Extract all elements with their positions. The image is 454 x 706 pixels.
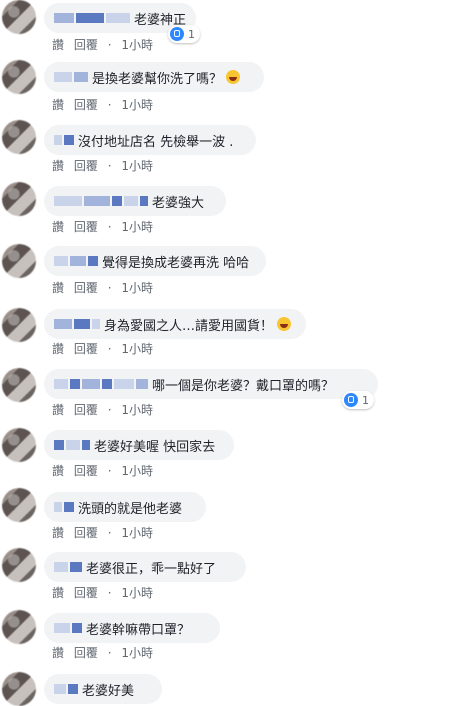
comment-text: 老婆很正，乖一點好了 bbox=[86, 561, 217, 577]
commenter-name[interactable] bbox=[54, 319, 100, 329]
like-button[interactable]: 讚 bbox=[52, 403, 64, 417]
comment-text: 老婆好美喔 快回家去 bbox=[94, 439, 216, 455]
avatar[interactable] bbox=[2, 548, 36, 582]
comment-text: 老婆好美 bbox=[82, 683, 135, 699]
comment-bubble: 是換老婆幫你洗了嗎？ bbox=[44, 62, 264, 92]
reply-button[interactable]: 回覆 bbox=[74, 646, 98, 660]
commenter-name[interactable] bbox=[54, 72, 88, 82]
comment-bubble: 老婆幹嘛帶口罩？ bbox=[44, 613, 220, 643]
commenter-name[interactable] bbox=[54, 13, 130, 23]
reply-button[interactable]: 回覆 bbox=[74, 38, 98, 52]
avatar[interactable] bbox=[2, 0, 36, 34]
commenter-name[interactable] bbox=[54, 684, 78, 694]
separator: · bbox=[107, 159, 112, 173]
timestamp[interactable]: 1小時 bbox=[121, 526, 153, 540]
like-button[interactable]: 讚 bbox=[52, 526, 64, 540]
reply-button[interactable]: 回覆 bbox=[74, 403, 98, 417]
avatar[interactable] bbox=[2, 60, 36, 94]
separator: · bbox=[107, 98, 112, 112]
separator: · bbox=[107, 281, 112, 295]
timestamp[interactable]: 1小時 bbox=[121, 38, 153, 52]
timestamp[interactable]: 1小時 bbox=[121, 98, 153, 112]
like-button[interactable]: 讚 bbox=[52, 646, 64, 660]
comment-bubble: 身為愛國之人…請愛用國貨！ bbox=[44, 309, 306, 339]
separator: · bbox=[107, 403, 112, 417]
like-button[interactable]: 讚 bbox=[52, 220, 64, 234]
like-count-badge[interactable]: 1 bbox=[342, 391, 374, 409]
comment-bubble: 老婆很正，乖一點好了 bbox=[44, 552, 246, 582]
separator: · bbox=[107, 38, 112, 52]
separator: · bbox=[107, 526, 112, 540]
comment-text: 身為愛國之人…請愛用國貨！ bbox=[104, 318, 274, 334]
like-button[interactable]: 讚 bbox=[52, 38, 64, 52]
avatar[interactable] bbox=[2, 182, 36, 216]
timestamp[interactable]: 1小時 bbox=[121, 586, 153, 600]
separator: · bbox=[107, 220, 112, 234]
commenter-name[interactable] bbox=[54, 379, 148, 389]
comment-text: 是換老婆幫你洗了嗎？ bbox=[92, 71, 223, 87]
timestamp[interactable]: 1小時 bbox=[121, 220, 153, 234]
separator: · bbox=[107, 646, 112, 660]
timestamp[interactable]: 1小時 bbox=[121, 464, 153, 478]
like-button[interactable]: 讚 bbox=[52, 98, 64, 112]
comment-text: 覺得是換成老婆再洗 哈哈 bbox=[102, 255, 250, 271]
avatar[interactable] bbox=[2, 120, 36, 154]
comment-text: 老婆幹嘛帶口罩？ bbox=[86, 622, 191, 638]
like-count: 1 bbox=[188, 27, 195, 41]
comment-text: 老婆強大 bbox=[152, 195, 205, 211]
commenter-name[interactable] bbox=[54, 440, 90, 450]
comment-text: 沒付地址店名 先檢舉一波 . bbox=[78, 134, 234, 150]
reply-button[interactable]: 回覆 bbox=[74, 98, 98, 112]
commenter-name[interactable] bbox=[54, 502, 74, 512]
like-button[interactable]: 讚 bbox=[52, 159, 64, 173]
comment-bubble: 覺得是換成老婆再洗 哈哈 bbox=[44, 246, 266, 276]
comment-bubble: 哪一個是你老婆？戴口罩的嗎？ bbox=[44, 369, 378, 399]
reply-button[interactable]: 回覆 bbox=[74, 464, 98, 478]
laughing-emoji-icon bbox=[277, 317, 292, 331]
reply-button[interactable]: 回覆 bbox=[74, 526, 98, 540]
avatar[interactable] bbox=[2, 244, 36, 278]
avatar[interactable] bbox=[2, 368, 36, 402]
commenter-name[interactable] bbox=[54, 623, 82, 633]
timestamp[interactable]: 1小時 bbox=[121, 159, 153, 173]
like-button[interactable]: 讚 bbox=[52, 464, 64, 478]
separator: · bbox=[107, 464, 112, 478]
separator: · bbox=[107, 586, 112, 600]
timestamp[interactable]: 1小時 bbox=[121, 342, 153, 356]
avatar[interactable] bbox=[2, 428, 36, 462]
comment-text: 哪一個是你老婆？戴口罩的嗎？ bbox=[152, 378, 335, 394]
laughing-emoji-icon bbox=[226, 70, 241, 84]
reply-button[interactable]: 回覆 bbox=[74, 159, 98, 173]
like-button[interactable]: 讚 bbox=[52, 586, 64, 600]
comment-bubble: 沒付地址店名 先檢舉一波 . bbox=[44, 125, 256, 155]
like-icon bbox=[344, 393, 358, 407]
like-button[interactable]: 讚 bbox=[52, 342, 64, 356]
avatar[interactable] bbox=[2, 610, 36, 644]
avatar[interactable] bbox=[2, 488, 36, 522]
comment-bubble: 老婆好美喔 快回家去 bbox=[44, 430, 234, 460]
like-icon bbox=[170, 27, 184, 41]
reply-button[interactable]: 回覆 bbox=[74, 220, 98, 234]
timestamp[interactable]: 1小時 bbox=[121, 281, 153, 295]
commenter-name[interactable] bbox=[54, 562, 82, 572]
commenter-name[interactable] bbox=[54, 256, 98, 266]
commenter-name[interactable] bbox=[54, 135, 74, 145]
commenter-name[interactable] bbox=[54, 196, 148, 206]
separator: · bbox=[107, 342, 112, 356]
reply-button[interactable]: 回覆 bbox=[74, 281, 98, 295]
reply-button[interactable]: 回覆 bbox=[74, 342, 98, 356]
timestamp[interactable]: 1小時 bbox=[121, 403, 153, 417]
comment-text: 洗頭的就是他老婆 bbox=[78, 501, 183, 517]
reply-button[interactable]: 回覆 bbox=[74, 586, 98, 600]
comment-bubble: 洗頭的就是他老婆 bbox=[44, 492, 206, 522]
comment-bubble: 老婆強大 bbox=[44, 186, 226, 216]
comment-bubble: 老婆好美 bbox=[44, 674, 162, 704]
avatar[interactable] bbox=[2, 308, 36, 342]
timestamp[interactable]: 1小時 bbox=[121, 646, 153, 660]
like-count-badge[interactable]: 1 bbox=[168, 25, 200, 43]
like-button[interactable]: 讚 bbox=[52, 281, 64, 295]
avatar[interactable] bbox=[2, 672, 36, 706]
like-count: 1 bbox=[362, 393, 369, 407]
